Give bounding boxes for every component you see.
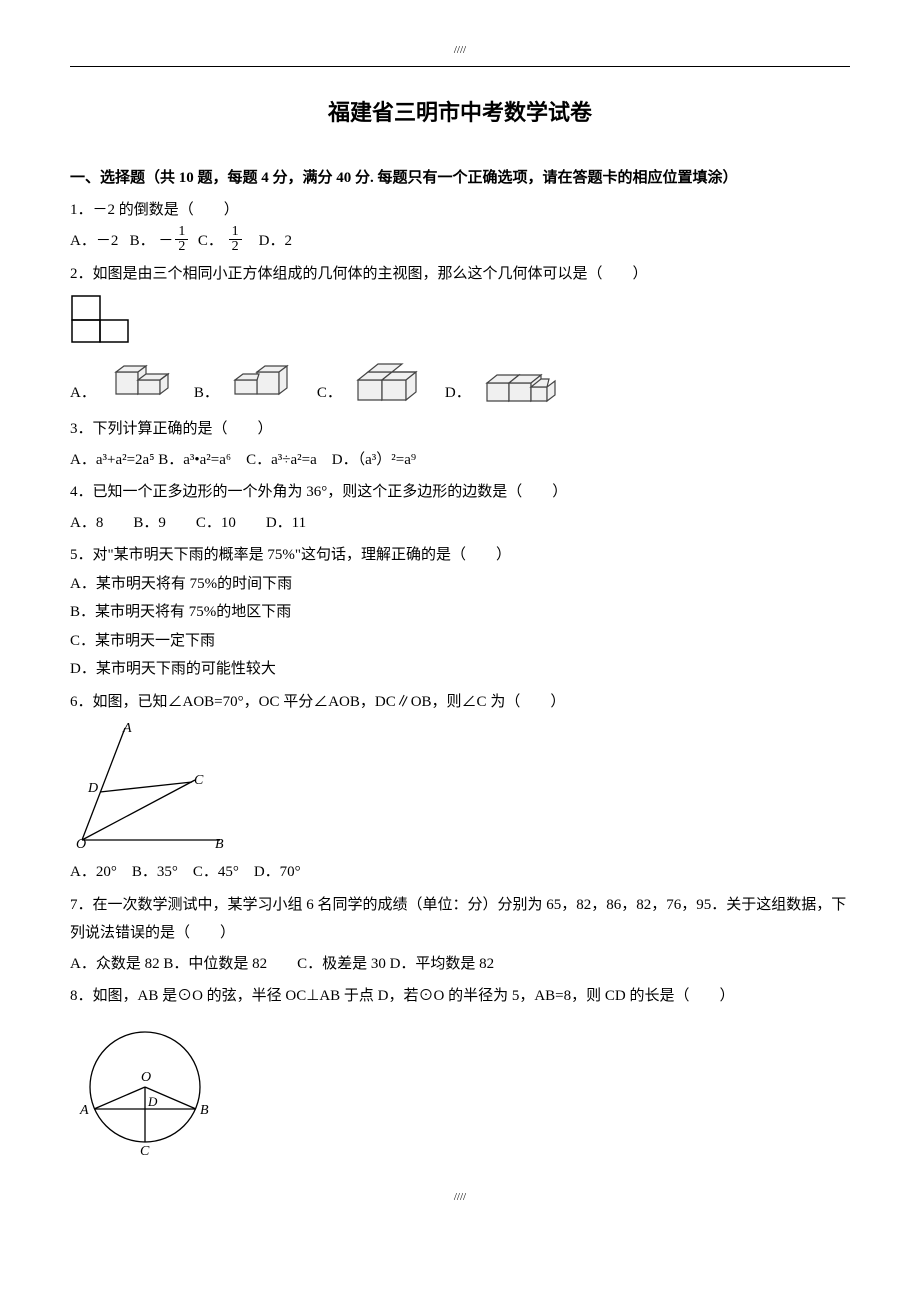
q1-opt-c: C． bbox=[198, 233, 223, 249]
minus-sign: － bbox=[158, 233, 173, 249]
svg-text:D: D bbox=[87, 781, 98, 796]
page-title: 福建省三明市中考数学试卷 bbox=[70, 92, 850, 134]
svg-text:B: B bbox=[200, 1103, 209, 1118]
q2-options: A． B． C． bbox=[70, 352, 850, 407]
cube-figure-d bbox=[481, 367, 566, 407]
q8-circle-figure: O D A B C bbox=[70, 1017, 220, 1157]
q2-main-view-figure bbox=[70, 294, 140, 344]
q7-options: A．众数是 82 B．中位数是 82 C．极差是 30 D．平均数是 82 bbox=[70, 950, 850, 979]
q2-opt-c-label: C． bbox=[317, 379, 342, 408]
svg-text:A: A bbox=[122, 722, 132, 736]
q5-text: 5．对"某市明天下雨的概率是 75%"这句话，理解正确的是（ ） bbox=[70, 541, 850, 570]
svg-text:O: O bbox=[76, 837, 86, 852]
q1-text: 1．－2 的倒数是（ ） bbox=[70, 196, 850, 225]
q2-opt-b-label: B． bbox=[194, 379, 219, 408]
svg-text:C: C bbox=[194, 773, 204, 788]
cube-figure-b bbox=[229, 352, 309, 407]
q1-opt-a: A．－2 bbox=[70, 233, 118, 249]
svg-text:D: D bbox=[147, 1094, 158, 1109]
top-divider bbox=[70, 66, 850, 67]
cube-figure-a bbox=[106, 352, 186, 407]
section-1-heading: 一、选择题（共 10 题，每题 4 分，满分 40 分. 每题只有一个正确选项，… bbox=[70, 164, 850, 193]
q2-text: 2．如图是由三个相同小正方体组成的几何体的主视图，那么这个几何体可以是（ ） bbox=[70, 260, 850, 289]
q7-text: 7．在一次数学测试中，某学习小组 6 名同学的成绩（单位：分）分别为 65，82… bbox=[70, 891, 850, 948]
fraction-half: 12 bbox=[229, 225, 242, 254]
svg-text:A: A bbox=[79, 1103, 89, 1118]
q1-options: A．－2 B． －12 C． 12 D．2 bbox=[70, 227, 850, 256]
svg-text:O: O bbox=[141, 1070, 151, 1085]
q5-opt-d: D．某市明天下雨的可能性较大 bbox=[70, 655, 850, 684]
q4-text: 4．已知一个正多边形的一个外角为 36°，则这个正多边形的边数是（ ） bbox=[70, 478, 850, 507]
header-mark: //// bbox=[70, 40, 850, 61]
svg-text:C: C bbox=[140, 1144, 150, 1157]
svg-text:B: B bbox=[215, 837, 224, 852]
q2-opt-a-label: A． bbox=[70, 379, 96, 408]
q1-opt-d: D．2 bbox=[259, 233, 292, 249]
fraction-neg-half: 12 bbox=[175, 225, 188, 254]
q5-opt-b: B．某市明天将有 75%的地区下雨 bbox=[70, 598, 850, 627]
q5-opt-a: A．某市明天将有 75%的时间下雨 bbox=[70, 570, 850, 599]
q3-options: A．a³+a²=2a⁵ B．a³•a²=a⁶ C．a³÷a²=a D．（a³）²… bbox=[70, 446, 850, 475]
q2-opt-d-label: D． bbox=[445, 379, 471, 408]
q6-text: 6．如图，已知∠AOB=70°，OC 平分∠AOB，DC∥OB，则∠C 为（ ） bbox=[70, 688, 850, 717]
q3-text: 3．下列计算正确的是（ ） bbox=[70, 415, 850, 444]
q5-opt-c: C．某市明天一定下雨 bbox=[70, 627, 850, 656]
cube-figure-c bbox=[352, 362, 437, 407]
footer-mark: //// bbox=[70, 1187, 850, 1208]
q6-options: A．20° B．35° C．45° D．70° bbox=[70, 858, 850, 887]
q4-options: A．8 B．9 C．10 D．11 bbox=[70, 509, 850, 538]
q6-angle-figure: O B A D C bbox=[70, 722, 230, 852]
q1-opt-b: B． bbox=[130, 233, 155, 249]
q8-text: 8．如图，AB 是⊙O 的弦，半径 OC⊥AB 于点 D，若⊙O 的半径为 5，… bbox=[70, 982, 850, 1011]
